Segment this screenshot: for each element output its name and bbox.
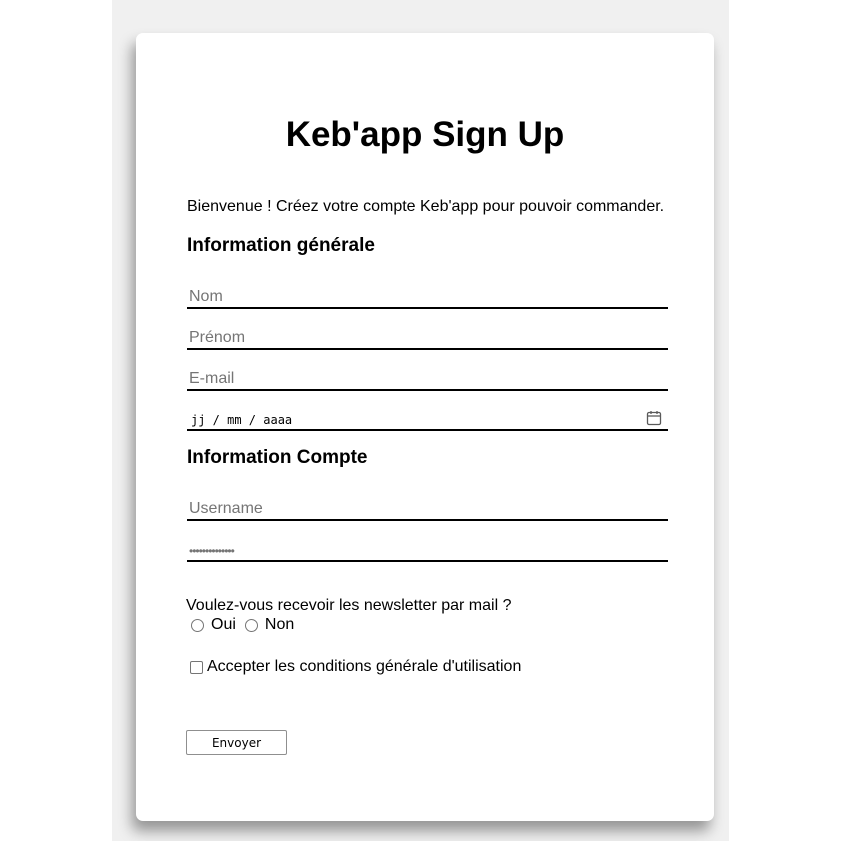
username-placeholder: Username [189,500,263,517]
date-placeholder: jj / mm / aaaa [191,413,293,427]
username-input[interactable]: Username [187,497,668,521]
radio-non[interactable] [244,618,258,632]
signup-card: Keb'app Sign Up Bienvenue ! Créez votre … [136,33,714,821]
email-placeholder: E-mail [189,370,235,387]
section-general-heading: Information générale [187,235,375,256]
password-mask: •••••••••••••• [189,544,235,558]
calendar-icon[interactable] [646,410,662,426]
radio-oui-label[interactable]: Oui [211,616,236,634]
section-account-heading: Information Compte [187,447,368,468]
prenom-placeholder: Prénom [189,329,246,346]
nom-input[interactable]: Nom [187,285,668,309]
terms-label[interactable]: Accepter les conditions générale d'utili… [207,658,521,676]
newsletter-question: Voulez-vous recevoir les newsletter par … [186,597,512,614]
intro-text: Bienvenue ! Créez votre compte Keb'app p… [187,198,665,215]
newsletter-options: Oui Non [191,615,303,635]
nom-placeholder: Nom [189,288,223,305]
terms-checkbox[interactable] [190,660,203,674]
email-input[interactable]: E-mail [187,367,668,391]
prenom-input[interactable]: Prénom [187,326,668,350]
radio-non-label[interactable]: Non [265,616,294,634]
password-input[interactable]: •••••••••••••• [187,538,668,562]
birthdate-input[interactable]: jj / mm / aaaa [187,407,668,431]
terms-row: Accepter les conditions générale d'utili… [190,657,521,677]
radio-oui[interactable] [191,618,204,632]
submit-button[interactable]: Envoyer [186,730,287,755]
page-title: Keb'app Sign Up [285,115,565,154]
